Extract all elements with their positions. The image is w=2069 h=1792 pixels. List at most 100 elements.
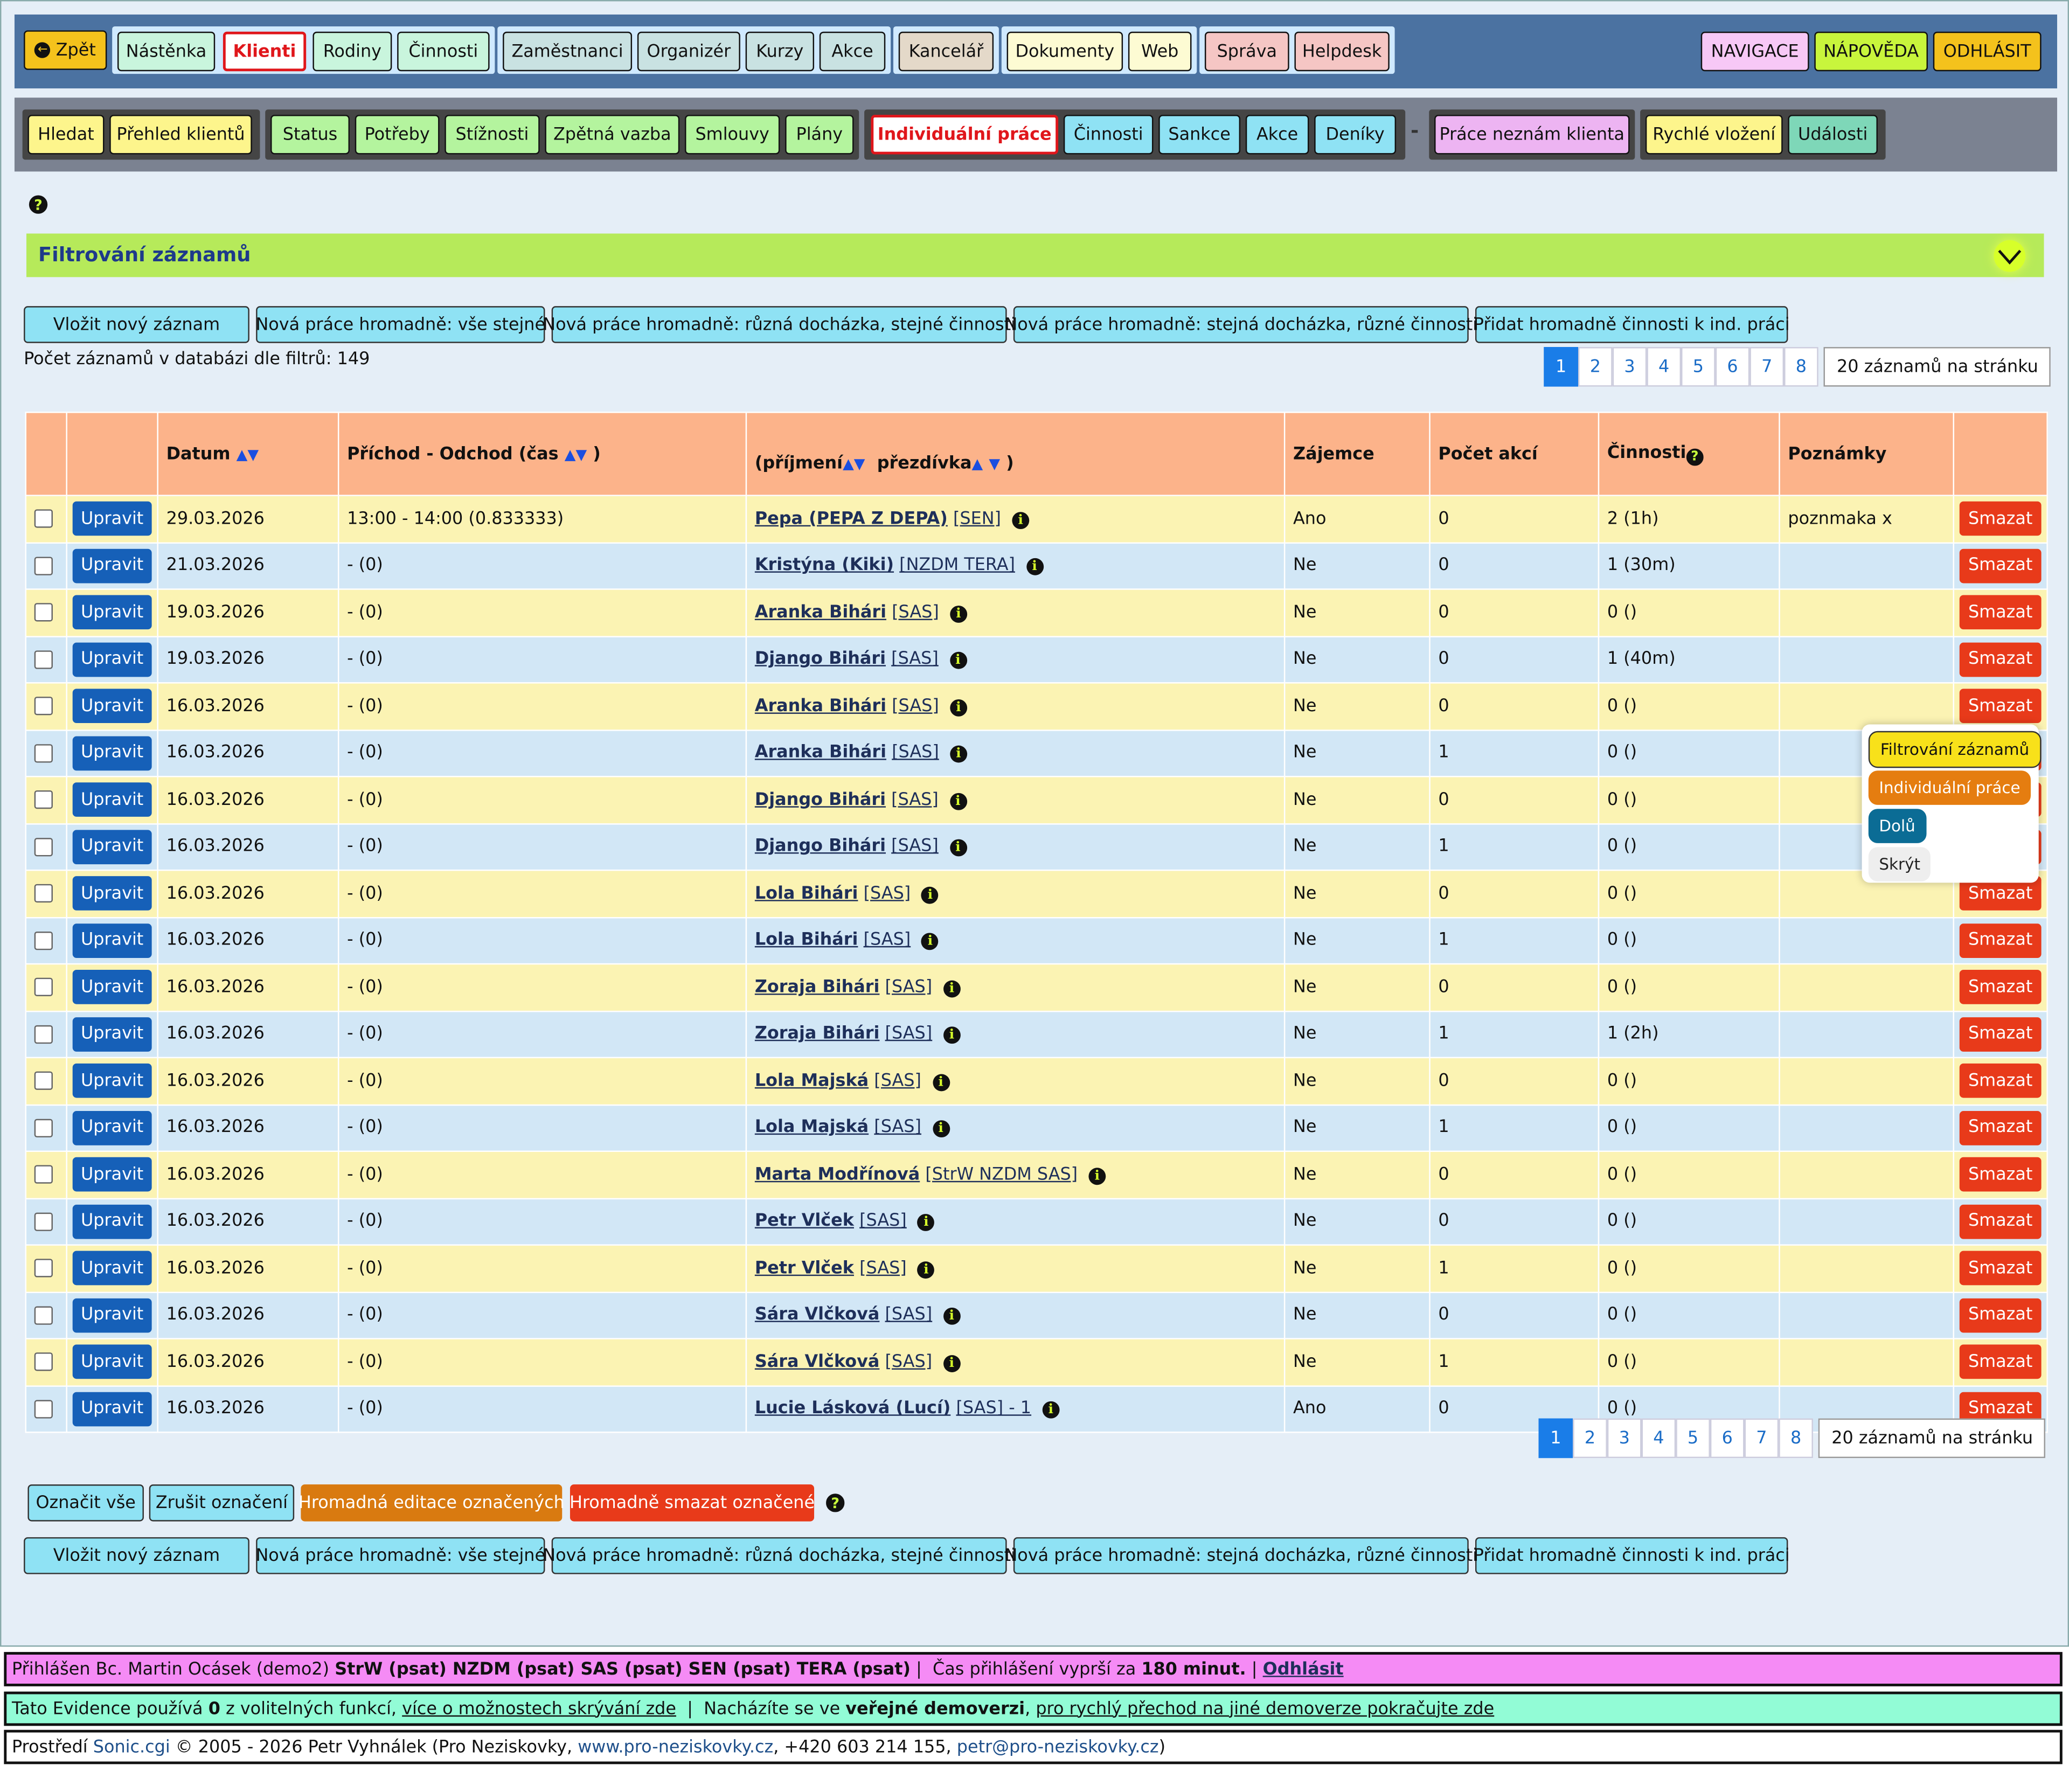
- row-checkbox[interactable]: [34, 650, 53, 669]
- bulk-delete-button[interactable]: Hromadně smazat označené: [570, 1484, 815, 1522]
- page-link[interactable]: 8: [1784, 347, 1818, 387]
- client-name-link[interactable]: Django Bihári: [755, 650, 886, 670]
- client-group-link[interactable]: [SAS]: [864, 930, 911, 950]
- row-checkbox[interactable]: [34, 697, 53, 716]
- row-checkbox[interactable]: [34, 1399, 53, 1419]
- nav-rodiny[interactable]: Rodiny: [313, 31, 392, 72]
- nav-helpdesk[interactable]: Helpdesk: [1294, 31, 1390, 72]
- delete-button[interactable]: Smazat: [1959, 970, 2042, 1005]
- edit-button[interactable]: Upravit: [72, 502, 152, 536]
- row-checkbox[interactable]: [34, 603, 53, 622]
- client-group-link[interactable]: [StrW NZDM SAS]: [925, 1165, 1078, 1185]
- row-checkbox[interactable]: [34, 1259, 53, 1278]
- subnav-deniky[interactable]: Deníky: [1314, 115, 1397, 155]
- client-name-link[interactable]: Petr Vlček: [755, 1259, 854, 1279]
- help-icon[interactable]: ?: [1686, 448, 1704, 466]
- delete-button[interactable]: Smazat: [1959, 642, 2042, 677]
- bulk-add-activities-button[interactable]: Přidat hromadně činnosti k ind. práci: [1474, 1537, 1790, 1574]
- page-link[interactable]: 7: [1749, 347, 1785, 387]
- row-checkbox[interactable]: [34, 1025, 53, 1044]
- client-group-link[interactable]: [SAS]: [892, 743, 939, 763]
- subnav-udalosti[interactable]: Události: [1788, 115, 1878, 155]
- subnav-plany[interactable]: Plány: [785, 115, 854, 155]
- sort-desc-icon[interactable]: ▼: [575, 446, 587, 463]
- subnav-rychle-vlozeni[interactable]: Rychlé vložení: [1645, 115, 1783, 155]
- info-icon[interactable]: i: [949, 839, 967, 857]
- subnav-stiznosti[interactable]: Stížnosti: [445, 115, 540, 155]
- subnav-smlouvy[interactable]: Smlouvy: [685, 115, 780, 155]
- client-name-link[interactable]: Lucie Lásková (Lucí): [755, 1399, 950, 1419]
- edit-button[interactable]: Upravit: [72, 642, 152, 677]
- page-link[interactable]: 4: [1647, 347, 1682, 387]
- delete-button[interactable]: Smazat: [1959, 548, 2042, 583]
- client-name-link[interactable]: Zoraja Bihári: [755, 977, 880, 997]
- delete-button[interactable]: Smazat: [1959, 595, 2042, 630]
- info-icon[interactable]: i: [949, 793, 967, 810]
- client-name-link[interactable]: Marta Modřínová: [755, 1165, 920, 1185]
- subnav-sankce[interactable]: Sankce: [1158, 115, 1241, 155]
- info-icon[interactable]: i: [943, 1026, 961, 1044]
- delete-button[interactable]: Smazat: [1959, 1204, 2042, 1239]
- client-name-link[interactable]: Lola Bihári: [755, 930, 858, 950]
- subnav-prace-neznam-klienta[interactable]: Práce neznám klienta: [1434, 115, 1630, 155]
- sort-asc-icon[interactable]: ▲: [971, 455, 983, 472]
- subnav-individualni-prace[interactable]: Individuální práce: [871, 115, 1059, 155]
- bulk-diff-attendance-button[interactable]: Nová práce hromadně: různá docházka, ste…: [543, 1537, 1016, 1574]
- info-icon[interactable]: i: [950, 746, 967, 763]
- client-group-link[interactable]: [SAS]: [885, 1305, 933, 1325]
- client-name-link[interactable]: Aranka Bihári: [755, 603, 886, 623]
- edit-button[interactable]: Upravit: [72, 548, 152, 583]
- page-link[interactable]: 2: [1573, 1418, 1607, 1458]
- row-checkbox[interactable]: [34, 790, 53, 809]
- insert-record-button[interactable]: Vložit nový záznam: [24, 1537, 249, 1574]
- subnav-status[interactable]: Status: [270, 115, 350, 155]
- help-icon[interactable]: ?: [826, 1494, 845, 1512]
- client-group-link[interactable]: [SAS]: [874, 1071, 921, 1091]
- insert-record-button[interactable]: Vložit nový záznam: [24, 306, 249, 343]
- napoveda-button[interactable]: NÁPOVĚDA: [1814, 31, 1928, 72]
- client-name-link[interactable]: Aranka Bihári: [755, 696, 886, 716]
- row-checkbox[interactable]: [34, 1305, 53, 1325]
- client-group-link[interactable]: [SAS]: [892, 696, 939, 716]
- nav-cinnosti[interactable]: Činnosti: [397, 31, 490, 72]
- header-datum[interactable]: Datum ▲▼: [157, 412, 339, 496]
- edit-button[interactable]: Upravit: [72, 1345, 152, 1379]
- client-name-link[interactable]: Zoraja Bihári: [755, 1024, 880, 1044]
- sort-desc-icon[interactable]: ▼: [854, 455, 865, 472]
- header-klient[interactable]: (příjmení▲▼ přezdívka▲ ▼ ): [745, 412, 1286, 496]
- float-filter-link[interactable]: Filtrování záznamů: [1868, 731, 2042, 768]
- subnav-zpetna-vazba[interactable]: Zpětná vazba: [545, 115, 680, 155]
- row-checkbox[interactable]: [34, 556, 53, 575]
- client-name-link[interactable]: Django Bihári: [755, 790, 886, 810]
- row-checkbox[interactable]: [34, 509, 53, 529]
- row-checkbox[interactable]: [34, 1072, 53, 1091]
- deselect-all-button[interactable]: Zrušit označení: [149, 1484, 295, 1522]
- navigace-button[interactable]: NAVIGACE: [1700, 31, 1809, 72]
- info-icon[interactable]: i: [949, 652, 967, 670]
- client-group-link[interactable]: [SAS]: [885, 1024, 933, 1044]
- odhlasit-button[interactable]: ODHLÁSIT: [1933, 31, 2042, 72]
- info-icon[interactable]: i: [943, 1355, 961, 1372]
- nav-organizer[interactable]: Organizér: [637, 31, 740, 72]
- subnav-hledat[interactable]: Hledat: [27, 115, 105, 155]
- info-icon[interactable]: i: [943, 980, 961, 997]
- page-link[interactable]: 1: [1538, 1418, 1573, 1458]
- sonic-link[interactable]: Sonic.cgi: [93, 1737, 170, 1757]
- edit-button[interactable]: Upravit: [72, 735, 152, 770]
- client-name-link[interactable]: Sára Vlčková: [755, 1305, 880, 1325]
- info-icon[interactable]: i: [918, 1214, 935, 1232]
- float-down-link[interactable]: Dolů: [1868, 809, 1926, 843]
- client-name-link[interactable]: Lola Majská: [755, 1071, 869, 1091]
- delete-button[interactable]: Smazat: [1959, 1064, 2042, 1099]
- client-group-link[interactable]: [SAS]: [874, 1118, 921, 1138]
- nav-zamestnanci[interactable]: Zaměstnanci: [503, 31, 633, 72]
- edit-button[interactable]: Upravit: [72, 876, 152, 911]
- page-link[interactable]: 5: [1681, 347, 1716, 387]
- client-name-link[interactable]: Django Bihári: [755, 837, 886, 857]
- info-icon[interactable]: i: [950, 699, 967, 717]
- client-name-link[interactable]: Aranka Bihári: [755, 743, 886, 763]
- header-prichod[interactable]: Příchod - Odchod (čas ▲▼ ): [337, 412, 747, 496]
- nav-klienti[interactable]: Klienti: [223, 31, 307, 72]
- delete-button[interactable]: Smazat: [1959, 1251, 2042, 1286]
- delete-button[interactable]: Smazat: [1959, 1110, 2042, 1145]
